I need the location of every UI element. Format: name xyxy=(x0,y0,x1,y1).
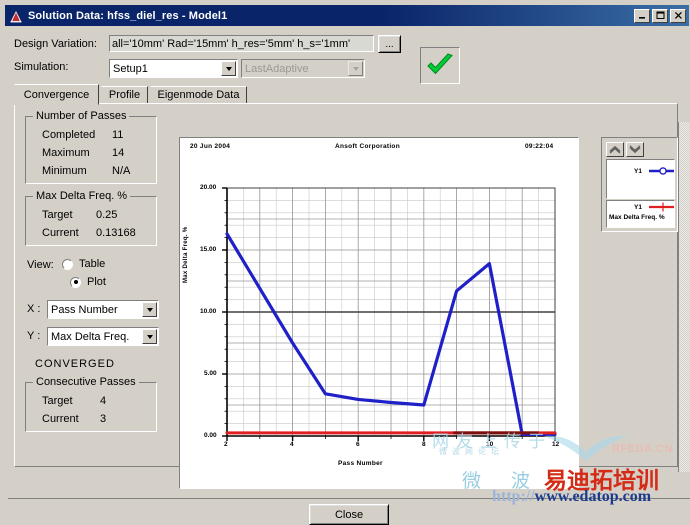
separator xyxy=(8,498,690,499)
y-axis-value: Max Delta Freq. xyxy=(51,330,130,343)
view-option-table[interactable]: Table xyxy=(62,258,105,270)
view-option-table-label: Table xyxy=(79,258,106,270)
legend-entry-2-name: Y1 xyxy=(634,204,642,211)
x-axis-label-row: X : xyxy=(27,303,40,315)
y-axis-label-row: Y : xyxy=(27,330,40,342)
simulation-row: Simulation: xyxy=(14,61,68,73)
radio-plot-icon[interactable] xyxy=(70,276,81,288)
consecutive-target-value: 4 xyxy=(100,395,107,407)
passes-minimum-value: N/A xyxy=(112,165,131,177)
chevron-down-icon[interactable] xyxy=(142,329,157,344)
x-axis-select[interactable]: Pass Number xyxy=(47,300,159,319)
solution-select[interactable]: LastAdaptive xyxy=(241,59,365,78)
plot-canvas xyxy=(222,187,557,441)
converged-status: CONVERGED xyxy=(35,358,115,370)
ansoft-logo-icon xyxy=(8,8,24,23)
chevron-down-icon[interactable] xyxy=(221,61,236,76)
tab-profile[interactable]: Profile xyxy=(101,86,148,104)
convergence-plot: 20 Jun 2004 Ansoft Corporation 09:22:04 … xyxy=(179,137,579,489)
legend-swatch-blue xyxy=(649,167,674,175)
simulation-setup-select[interactable]: Setup1 xyxy=(109,59,238,78)
delta-target-value: 0.25 xyxy=(96,209,118,221)
delta-current-label: Current xyxy=(42,227,79,239)
view-label-row: View: xyxy=(27,259,54,271)
design-variation-browse-button[interactable]: ... xyxy=(378,35,401,53)
view-option-plot-label: Plot xyxy=(87,276,106,288)
consecutive-target-label: Target xyxy=(42,395,73,407)
passes-minimum-label: Minimum xyxy=(42,165,87,177)
passes-maximum-label: Maximum xyxy=(42,147,90,159)
consecutive-current-label: Current xyxy=(42,413,79,425)
max-delta-freq-title: Max Delta Freq. % xyxy=(33,190,131,202)
legend-cell-2[interactable]: Y1 Max Delta Freq. % xyxy=(606,200,675,228)
view-option-plot[interactable]: Plot xyxy=(70,276,106,288)
minimize-icon[interactable] xyxy=(634,8,650,23)
client-area: Design Variation: all='10mm' Rad='15mm' … xyxy=(5,26,690,525)
plot-legend: Y1 Y1 Max Delta Freq. % xyxy=(601,137,678,232)
y-axis-select[interactable]: Max Delta Freq. xyxy=(47,327,159,346)
y-axis-label: Y : xyxy=(27,330,41,342)
passes-maximum-value: 14 xyxy=(112,147,125,159)
legend-swatch-red xyxy=(649,202,674,212)
consecutive-passes-title: Consecutive Passes xyxy=(33,376,139,388)
scrollbar-track[interactable] xyxy=(679,122,690,472)
consecutive-current-value: 3 xyxy=(100,413,107,425)
maximize-icon[interactable] xyxy=(652,8,668,23)
title-bar: Solution Data: hfss_diel_res - Model1 xyxy=(5,5,689,26)
delta-target-label: Target xyxy=(42,209,73,221)
passes-completed-value: 11 xyxy=(112,129,124,141)
vertical-scrollbar[interactable] xyxy=(678,122,690,472)
close-button[interactable]: Close xyxy=(309,504,389,525)
legend-entry-2-caption: Max Delta Freq. % xyxy=(609,214,665,221)
x-axis-label: X : xyxy=(27,303,41,315)
x-axis-value: Pass Number xyxy=(51,303,118,316)
solution-data-window: Solution Data: hfss_diel_res - Model1 De… xyxy=(0,0,690,525)
window-controls xyxy=(634,8,686,23)
radio-table-icon[interactable] xyxy=(62,258,73,270)
number-of-passes-group: Number of Passes Completed 11 Maximum 14… xyxy=(25,110,157,184)
design-variation-row: Design Variation: xyxy=(14,38,97,50)
design-variation-label: Design Variation: xyxy=(14,38,97,50)
chevron-down-icon[interactable] xyxy=(142,302,157,317)
solution-value: LastAdaptive xyxy=(245,62,309,75)
passes-completed-label: Completed xyxy=(42,129,96,141)
window-title: Solution Data: hfss_diel_res - Model1 xyxy=(28,9,228,22)
number-of-passes-title: Number of Passes xyxy=(33,110,130,122)
tab-strip: Convergence Profile Eigenmode Data xyxy=(14,84,678,105)
delta-current-value: 0.13168 xyxy=(96,227,136,239)
chevron-up-icon[interactable] xyxy=(606,142,624,157)
tab-convergence[interactable]: Convergence xyxy=(14,84,99,105)
legend-cell-1[interactable]: Y1 xyxy=(606,159,675,199)
close-icon[interactable] xyxy=(670,8,686,23)
tab-eigenmode-data[interactable]: Eigenmode Data xyxy=(150,86,247,104)
max-delta-freq-group: Max Delta Freq. % Target 0.25 Current 0.… xyxy=(25,190,157,246)
chevron-down-icon[interactable] xyxy=(626,142,644,157)
legend-entry-1-name: Y1 xyxy=(634,168,642,175)
design-variation-input[interactable]: all='10mm' Rad='15mm' h_res='5mm' h_s='1… xyxy=(109,35,374,52)
chevron-down-icon[interactable] xyxy=(348,61,363,76)
view-label: View: xyxy=(27,259,54,271)
simulation-label: Simulation: xyxy=(14,61,69,73)
green-check-icon xyxy=(420,47,460,84)
consecutive-passes-group: Consecutive Passes Target 4 Current 3 xyxy=(25,376,157,432)
simulation-setup-value: Setup1 xyxy=(113,62,148,75)
